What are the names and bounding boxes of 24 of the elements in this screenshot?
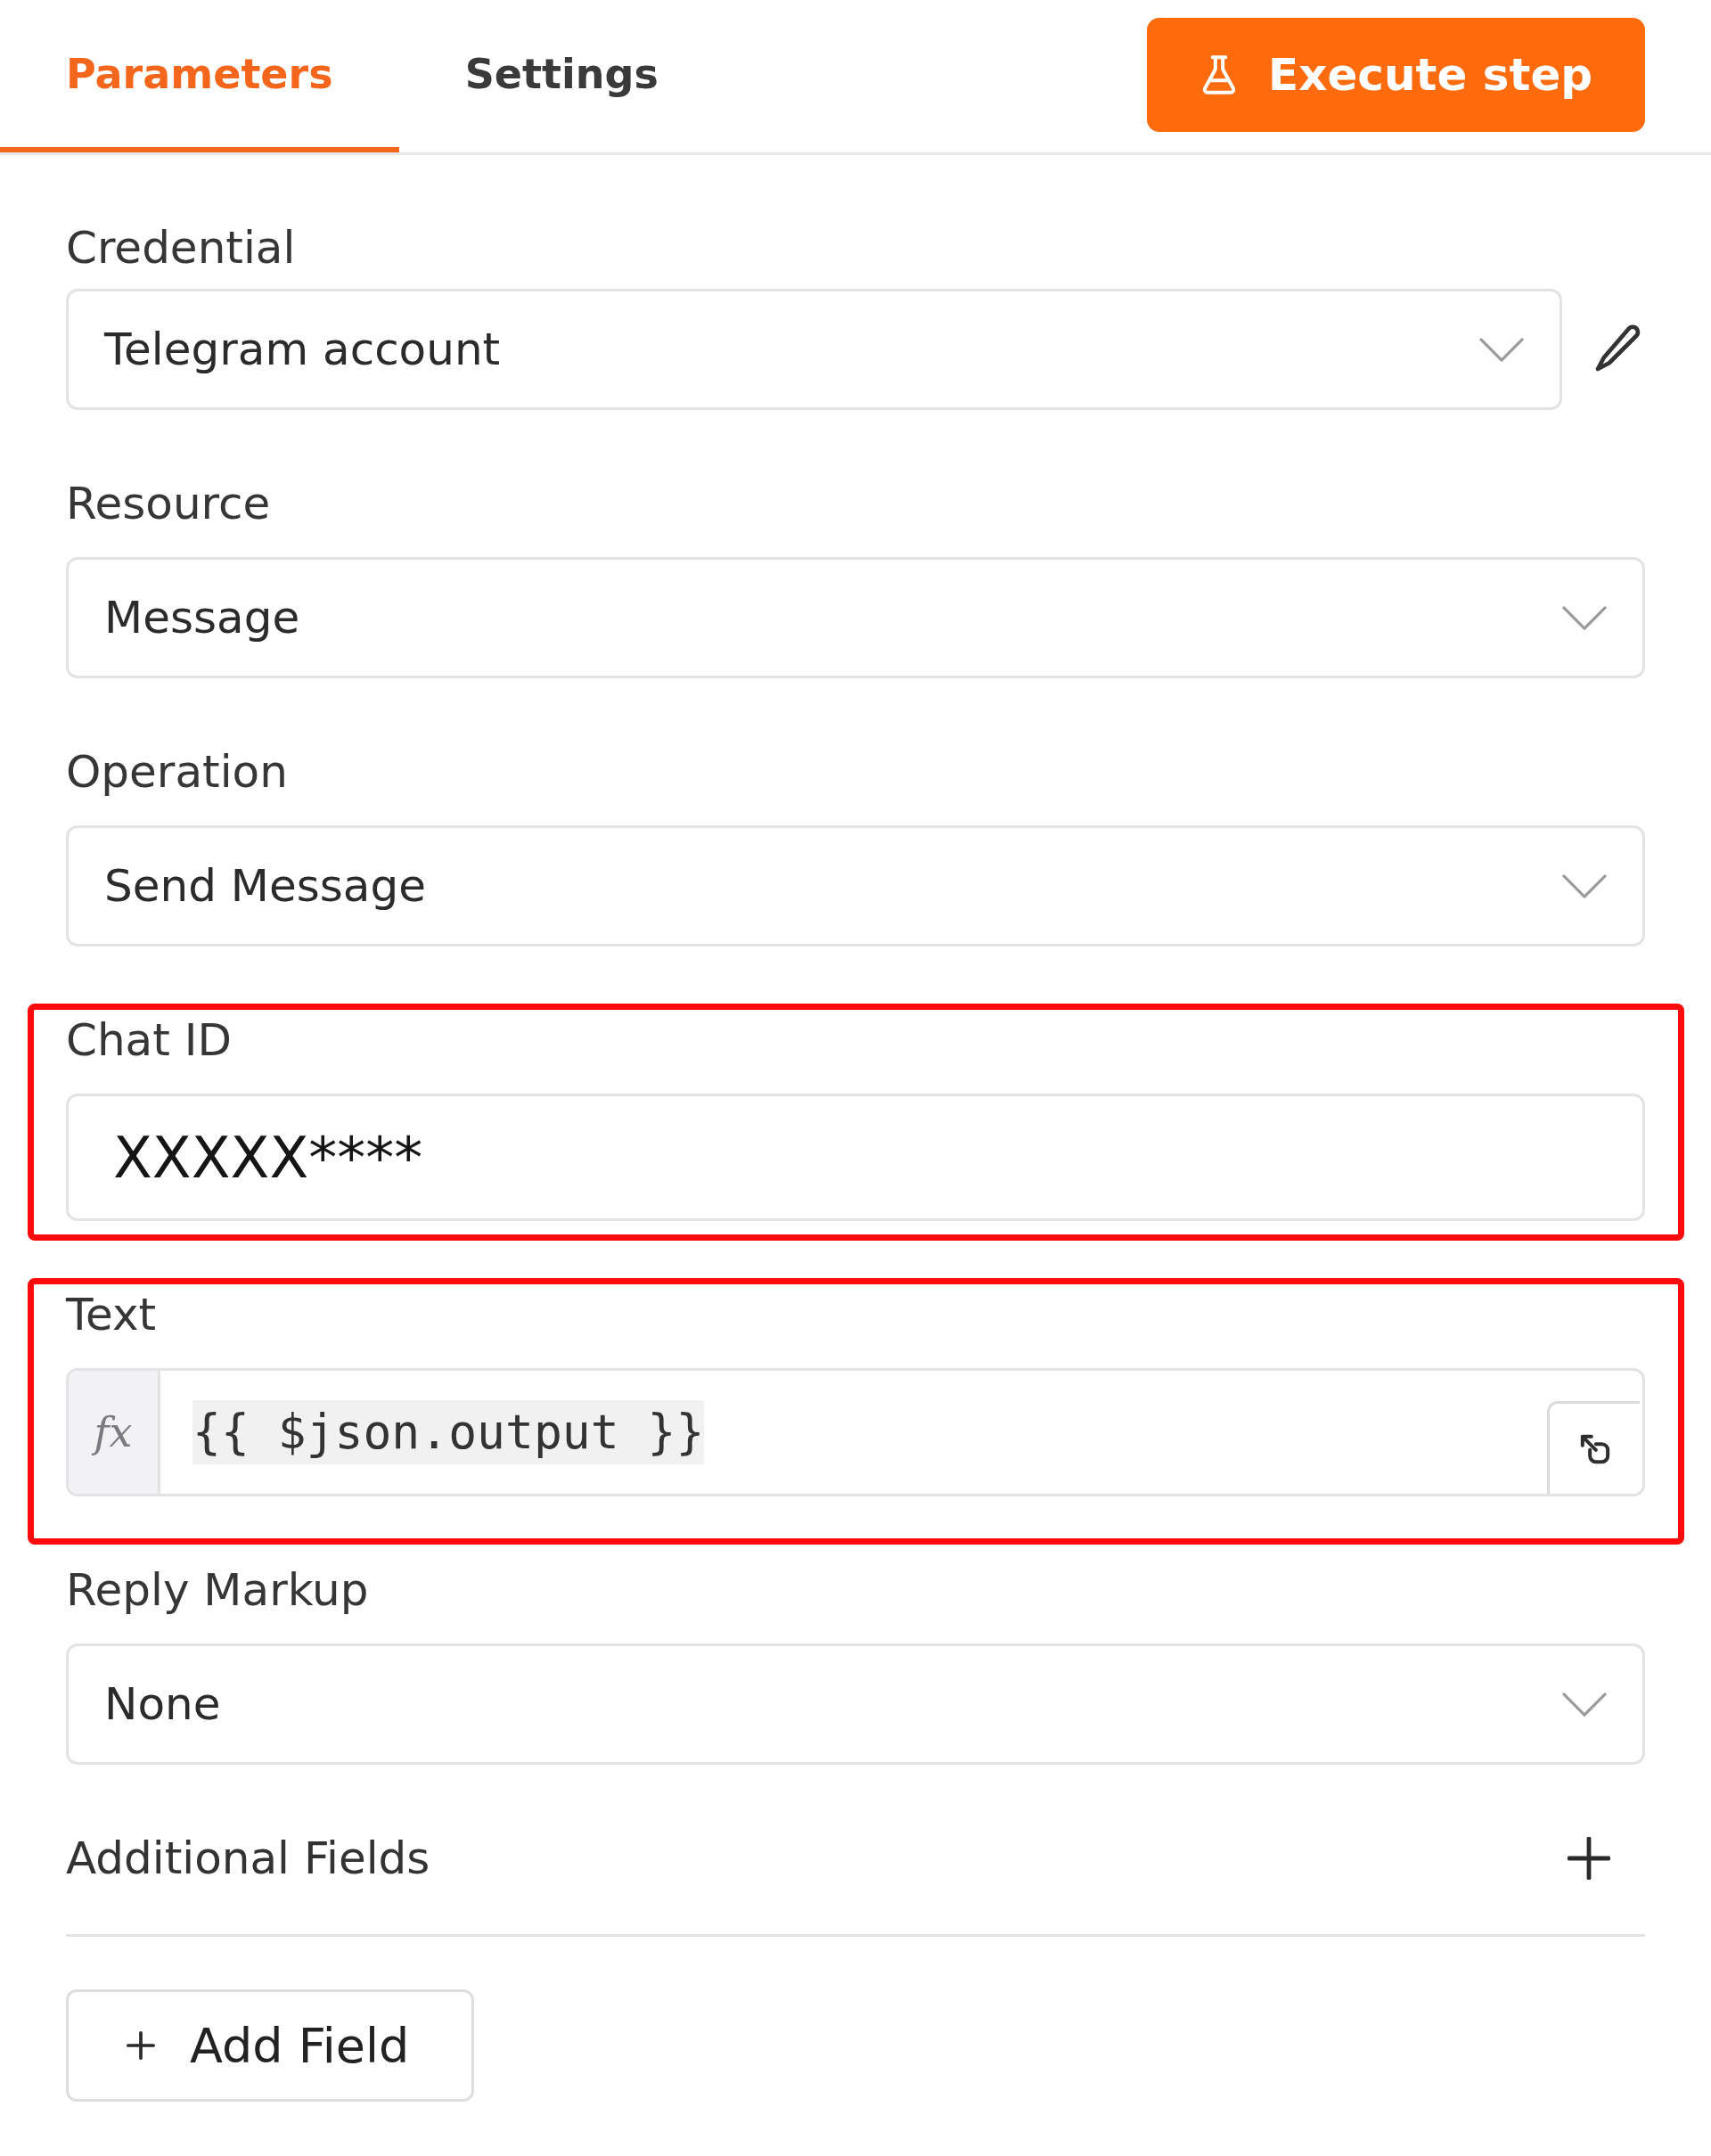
field-label: Credential [66, 221, 297, 275]
field-label: Chat ID [66, 1013, 233, 1067]
field-label: Resource [66, 477, 272, 530]
chevron-down-icon [1562, 873, 1607, 898]
fx-prefix: fx [69, 1371, 160, 1494]
field-label: Operation [66, 745, 289, 799]
plus-icon [126, 2030, 156, 2061]
dropdown[interactable]: Message [66, 557, 1645, 678]
input-field[interactable]: XXXXX**** [66, 1094, 1645, 1221]
field-label: Reply Markup [66, 1563, 370, 1617]
dropdown[interactable]: None [66, 1644, 1645, 1765]
expression-field[interactable]: fx {{ $json.output }} [66, 1368, 1645, 1496]
field-label: Text [66, 1288, 158, 1341]
chevron-down-icon [1562, 1692, 1607, 1717]
expand-button[interactable] [1547, 1401, 1640, 1494]
expression-text: {{ $json.output }} [192, 1400, 705, 1464]
tab[interactable]: Settings [398, 0, 725, 152]
add-field-button[interactable]: Add Field [66, 1989, 474, 2102]
dropdown[interactable]: Telegram account [66, 289, 1562, 410]
plus-icon[interactable] [1568, 1837, 1610, 1880]
chevron-down-icon [1479, 337, 1524, 362]
dropdown[interactable]: Send Message [66, 825, 1645, 947]
chevron-down-icon [1562, 605, 1607, 630]
section-title: Additional Fields [66, 1832, 430, 1885]
